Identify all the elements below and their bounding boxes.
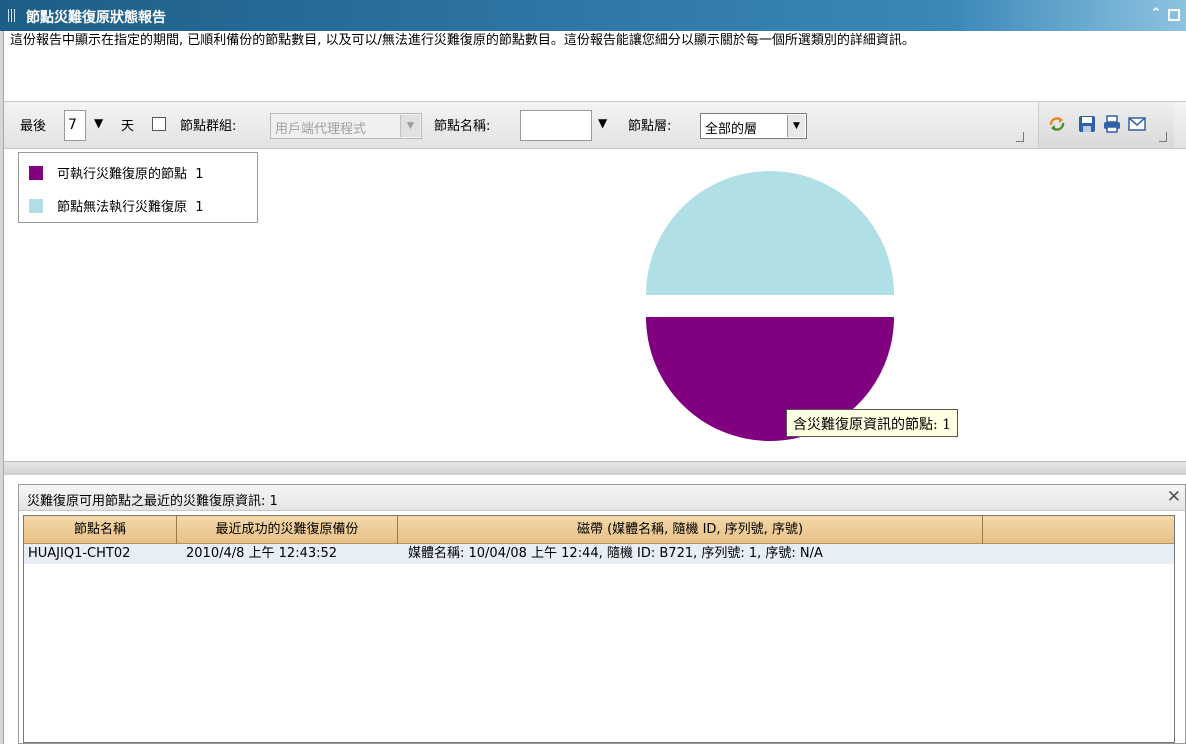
cell-last-backup: 2010/4/8 上午 12:43:52 bbox=[186, 546, 338, 561]
column-header-tape[interactable]: 磁帶 (媒體名稱, 隨機 ID, 序列號, 序號) bbox=[398, 516, 983, 544]
legend-swatch bbox=[29, 165, 43, 180]
cell-node-name: HUAJIQ1-CHT02 bbox=[28, 546, 131, 561]
column-header-node-name[interactable]: 節點名稱 bbox=[24, 516, 177, 544]
close-icon[interactable]: ✕ bbox=[1167, 487, 1181, 507]
pie-chart bbox=[646, 171, 894, 441]
cell-extra bbox=[983, 544, 1176, 564]
chart-legend: 可執行災難復原的節點 1 節點無法執行災難復原 1 bbox=[18, 152, 258, 223]
legend-swatch bbox=[29, 198, 43, 213]
chart-tooltip: 含災難復原資訊的節點: 1 bbox=[786, 409, 959, 437]
table-header: 節點名稱 最近成功的災難復原備份 磁帶 (媒體名稱, 隨機 ID, 序列號, 序… bbox=[24, 516, 1174, 544]
cell-tape: 媒體名稱: 10/04/08 上午 12:44, 隨機 ID: B721, 序列… bbox=[408, 546, 823, 561]
detail-title: 災難復原可用節點之最近的災難復原資訊: 1 bbox=[27, 494, 278, 509]
column-header-last-backup[interactable]: 最近成功的災難復原備份 bbox=[177, 516, 398, 544]
legend-item[interactable]: 可執行災難復原的節點 1 bbox=[29, 163, 204, 182]
legend-count: 1 bbox=[195, 167, 204, 182]
detail-header: 災難復原可用節點之最近的災難復原資訊: 1 ✕ bbox=[19, 485, 1185, 511]
panel-splitter[interactable] bbox=[4, 461, 1186, 475]
detail-panel: 災難復原可用節點之最近的災難復原資訊: 1 ✕ 節點名稱 最近成功的災難復原備份… bbox=[18, 484, 1186, 744]
legend-count: 1 bbox=[195, 200, 204, 215]
column-header-extra[interactable] bbox=[983, 516, 1176, 544]
table-row[interactable]: HUAJIQ1-CHT02 2010/4/8 上午 12:43:52 媒體名稱:… bbox=[24, 544, 1174, 564]
detail-table: 節點名稱 最近成功的災難復原備份 磁帶 (媒體名稱, 隨機 ID, 序列號, 序… bbox=[23, 515, 1175, 743]
legend-label: 可執行災難復原的節點 bbox=[57, 167, 188, 182]
legend-item[interactable]: 節點無法執行災難復原 1 bbox=[29, 196, 204, 215]
legend-label: 節點無法執行災難復原 bbox=[57, 200, 188, 215]
pie-slice-1[interactable] bbox=[646, 171, 894, 295]
